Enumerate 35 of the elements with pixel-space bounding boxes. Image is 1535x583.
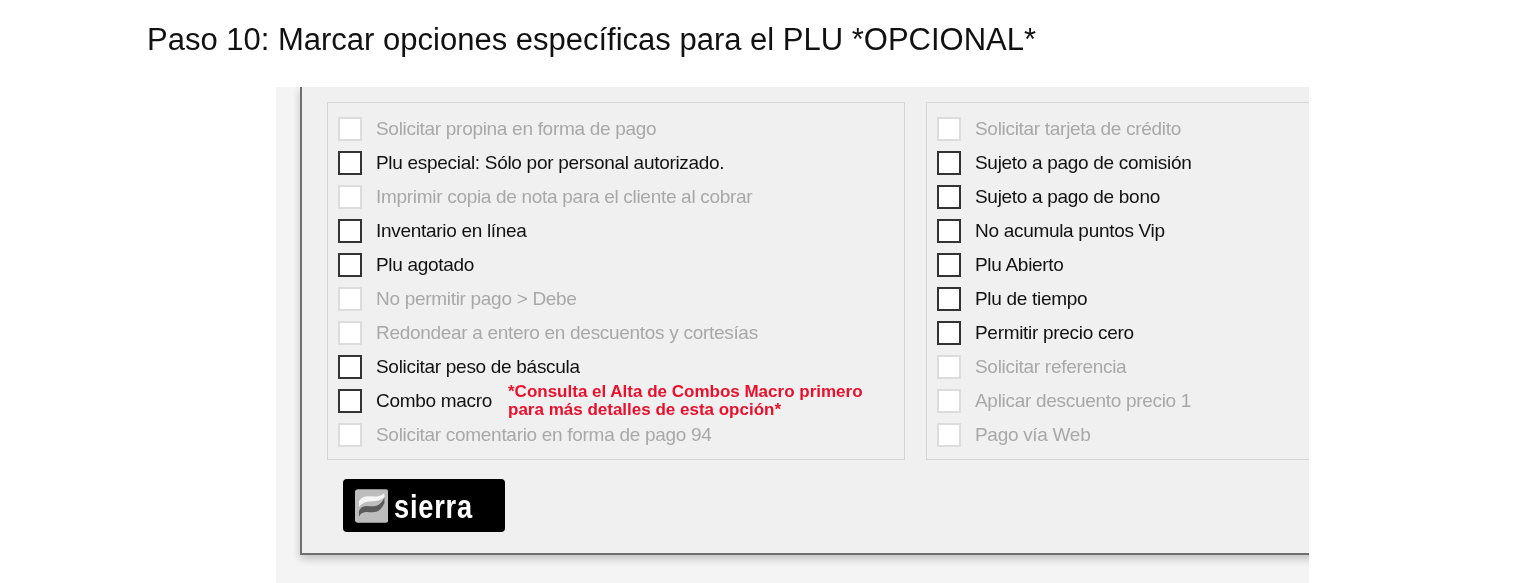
checkbox[interactable]: [338, 253, 362, 277]
option-label: Imprimir copia de nota para el cliente al cobrar: [376, 184, 753, 209]
checkbox[interactable]: [937, 253, 961, 277]
checkbox[interactable]: [937, 219, 961, 243]
option-label: No acumula puntos Vip: [975, 218, 1165, 243]
option-label: Plu especial: Sólo por personal autorizado.: [376, 150, 725, 175]
checkbox[interactable]: [937, 287, 961, 311]
swirl-icon: [355, 488, 389, 523]
checkbox[interactable]: [937, 151, 961, 175]
checkbox[interactable]: [338, 219, 362, 243]
option-label: Pago vía Web: [975, 422, 1091, 447]
checkbox[interactable]: [937, 185, 961, 209]
option-label: Solicitar propina en forma de pago: [376, 116, 657, 141]
option-label: Plu agotado: [376, 252, 475, 277]
logo-text: sierra: [394, 488, 474, 523]
option-label: Plu de tiempo: [975, 286, 1088, 311]
annotation-note: *Consulta el Alta de Combos Macro primero para más detalles de esta opción*: [508, 383, 863, 419]
option-label: No permitir pago > Debe: [376, 286, 577, 311]
checkbox[interactable]: [338, 355, 362, 379]
option-label: Aplicar descuento precio 1: [975, 388, 1192, 413]
option-label: Combo macro: [376, 388, 493, 413]
option-label: Plu Abierto: [975, 252, 1064, 277]
option-label: Solicitar comentario en forma de pago 94: [376, 422, 712, 447]
option-label: Redondear a entero en descuentos y cortesías: [376, 320, 758, 345]
checkbox[interactable]: [937, 321, 961, 345]
step-title: Paso 10: Marcar opciones específicas para el PLU *OPCIONAL*: [147, 21, 1037, 60]
option-label: Sujeto a pago de comisión: [975, 150, 1192, 175]
option-label: Permitir precio cero: [975, 320, 1134, 345]
checkbox[interactable]: [338, 151, 362, 175]
option-label: Inventario en línea: [376, 218, 527, 243]
option-label: Solicitar tarjeta de crédito: [975, 116, 1181, 141]
option-label: Solicitar peso de báscula: [376, 354, 580, 379]
option-label: Sujeto a pago de bono: [975, 184, 1160, 209]
option-label: Solicitar referencia: [975, 354, 1127, 379]
checkbox[interactable]: [338, 389, 362, 413]
